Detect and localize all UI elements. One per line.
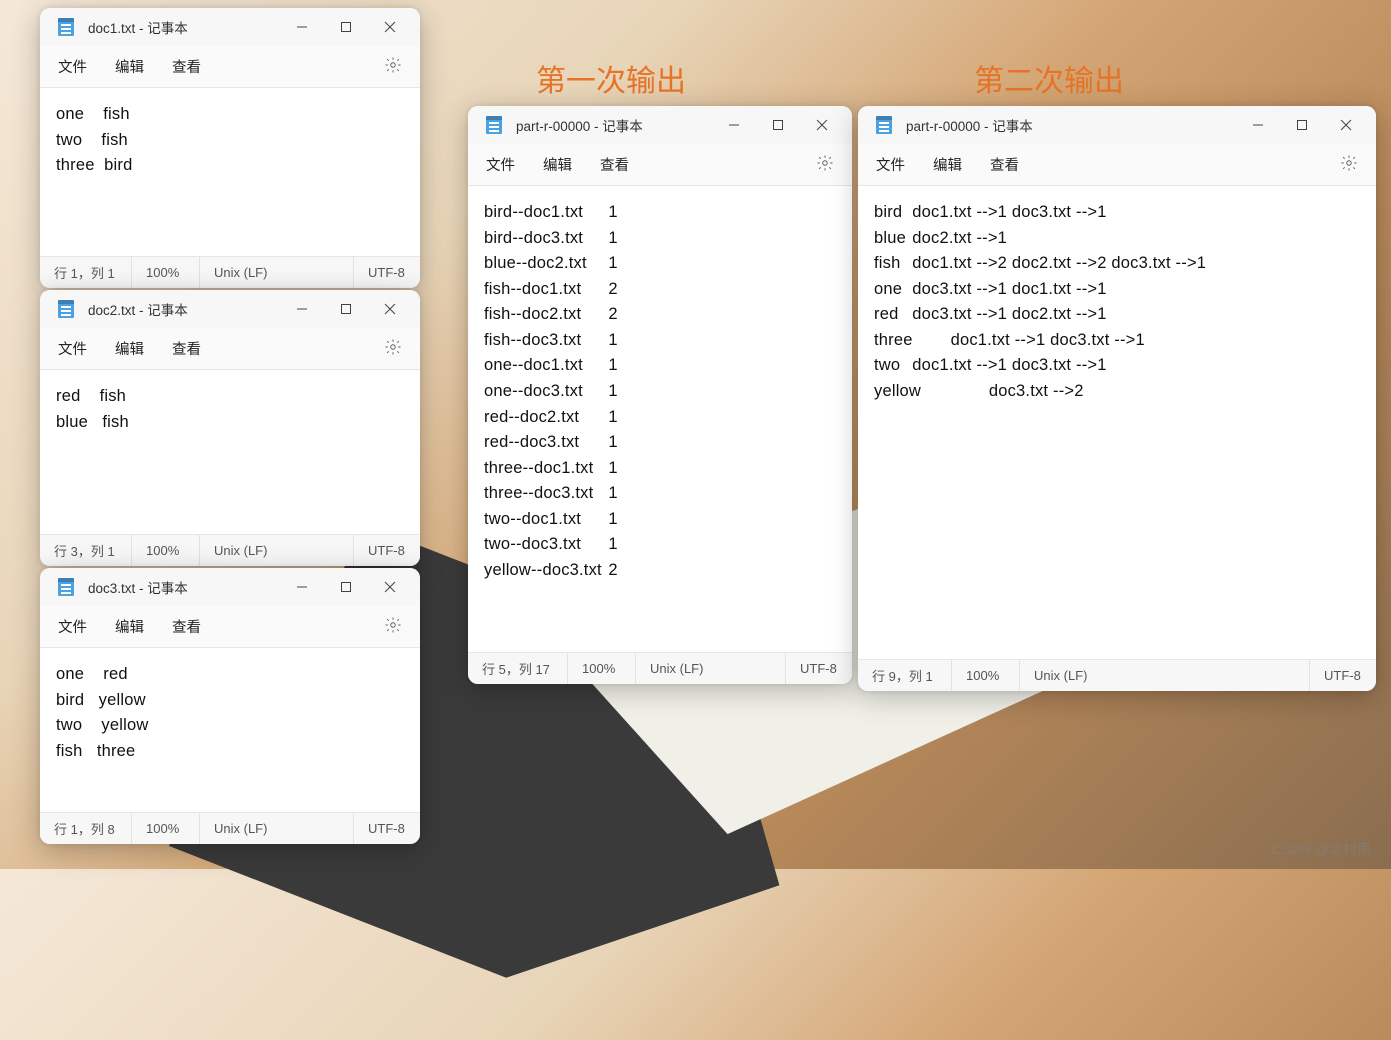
menubar: 文件 编辑 查看 xyxy=(40,606,420,648)
status-encoding: UTF-8 xyxy=(354,257,420,288)
titlebar[interactable]: doc1.txt - 记事本 xyxy=(40,8,420,46)
watermark: CSDN @北村南 xyxy=(1271,839,1371,859)
menu-edit[interactable]: 编辑 xyxy=(933,154,962,175)
gear-icon[interactable] xyxy=(1340,154,1358,176)
menu-file[interactable]: 文件 xyxy=(58,56,87,77)
gear-icon[interactable] xyxy=(384,56,402,78)
window-doc2: doc2.txt - 记事本 文件 编辑 查看 red fish blue fi… xyxy=(40,290,420,566)
menu-edit[interactable]: 编辑 xyxy=(543,154,572,175)
menu-view[interactable]: 查看 xyxy=(172,338,201,359)
status-eol: Unix (LF) xyxy=(200,535,354,566)
status-eol: Unix (LF) xyxy=(200,813,354,844)
window-out1: part-r-00000 - 记事本 文件 编辑 查看 bird--doc1.t… xyxy=(468,106,852,684)
statusbar: 行 9，列 1 100% Unix (LF) UTF-8 xyxy=(858,659,1376,691)
text-content[interactable]: bird doc1.txt -->1 doc3.txt -->1 blue do… xyxy=(858,186,1376,659)
titlebar[interactable]: part-r-00000 - 记事本 xyxy=(858,106,1376,144)
gear-icon[interactable] xyxy=(384,616,402,638)
window-title: doc1.txt - 记事本 xyxy=(88,17,188,37)
notepad-icon xyxy=(58,578,74,596)
menubar: 文件 编辑 查看 xyxy=(858,144,1376,186)
notepad-icon xyxy=(58,18,74,36)
menubar: 文件 编辑 查看 xyxy=(468,144,852,186)
gear-icon[interactable] xyxy=(384,338,402,360)
menu-file[interactable]: 文件 xyxy=(486,154,515,175)
status-position: 行 9，列 1 xyxy=(858,660,952,691)
close-button[interactable] xyxy=(1324,109,1368,141)
status-zoom: 100% xyxy=(952,660,1020,691)
menu-view[interactable]: 查看 xyxy=(600,154,629,175)
status-zoom: 100% xyxy=(132,535,200,566)
status-eol: Unix (LF) xyxy=(200,257,354,288)
titlebar[interactable]: part-r-00000 - 记事本 xyxy=(468,106,852,144)
minimize-button[interactable] xyxy=(712,109,756,141)
window-title: doc3.txt - 记事本 xyxy=(88,577,188,597)
text-content[interactable]: bird--doc1.txt 1 bird--doc3.txt 1 blue--… xyxy=(468,186,852,652)
status-encoding: UTF-8 xyxy=(354,535,420,566)
close-button[interactable] xyxy=(368,293,412,325)
status-position: 行 5，列 17 xyxy=(468,653,568,684)
minimize-button[interactable] xyxy=(280,11,324,43)
close-button[interactable] xyxy=(368,571,412,603)
label-first-output: 第一次输出 xyxy=(536,56,686,100)
status-encoding: UTF-8 xyxy=(354,813,420,844)
window-out2: part-r-00000 - 记事本 文件 编辑 查看 bird doc1.tx… xyxy=(858,106,1376,691)
status-zoom: 100% xyxy=(132,257,200,288)
menu-file[interactable]: 文件 xyxy=(876,154,905,175)
text-content[interactable]: one red bird yellow two yellow fish thre… xyxy=(40,648,420,812)
menu-file[interactable]: 文件 xyxy=(58,616,87,637)
status-encoding: UTF-8 xyxy=(786,653,852,684)
gear-icon[interactable] xyxy=(816,154,834,176)
statusbar: 行 5，列 17 100% Unix (LF) UTF-8 xyxy=(468,652,852,684)
notepad-icon xyxy=(876,116,892,134)
window-title: part-r-00000 - 记事本 xyxy=(516,115,643,135)
status-zoom: 100% xyxy=(132,813,200,844)
statusbar: 行 1，列 8 100% Unix (LF) UTF-8 xyxy=(40,812,420,844)
status-eol: Unix (LF) xyxy=(636,653,786,684)
titlebar[interactable]: doc3.txt - 记事本 xyxy=(40,568,420,606)
status-zoom: 100% xyxy=(568,653,636,684)
status-position: 行 1，列 1 xyxy=(40,257,132,288)
text-content[interactable]: red fish blue fish xyxy=(40,370,420,534)
label-second-output: 第二次输出 xyxy=(974,56,1124,100)
maximize-button[interactable] xyxy=(324,11,368,43)
menu-file[interactable]: 文件 xyxy=(58,338,87,359)
maximize-button[interactable] xyxy=(1280,109,1324,141)
menu-view[interactable]: 查看 xyxy=(172,616,201,637)
minimize-button[interactable] xyxy=(280,293,324,325)
menubar: 文件 编辑 查看 xyxy=(40,46,420,88)
status-eol: Unix (LF) xyxy=(1020,660,1310,691)
status-encoding: UTF-8 xyxy=(1310,660,1376,691)
statusbar: 行 3，列 1 100% Unix (LF) UTF-8 xyxy=(40,534,420,566)
window-doc1: doc1.txt - 记事本 文件 编辑 查看 one fish two fis… xyxy=(40,8,420,288)
menu-view[interactable]: 查看 xyxy=(172,56,201,77)
minimize-button[interactable] xyxy=(1236,109,1280,141)
notepad-icon xyxy=(486,116,502,134)
close-button[interactable] xyxy=(368,11,412,43)
statusbar: 行 1，列 1 100% Unix (LF) UTF-8 xyxy=(40,256,420,288)
maximize-button[interactable] xyxy=(324,571,368,603)
window-title: doc2.txt - 记事本 xyxy=(88,299,188,319)
menu-edit[interactable]: 编辑 xyxy=(115,338,144,359)
window-doc3: doc3.txt - 记事本 文件 编辑 查看 one red bird yel… xyxy=(40,568,420,844)
menu-edit[interactable]: 编辑 xyxy=(115,616,144,637)
notepad-icon xyxy=(58,300,74,318)
text-content[interactable]: one fish two fish three bird xyxy=(40,88,420,256)
minimize-button[interactable] xyxy=(280,571,324,603)
close-button[interactable] xyxy=(800,109,844,141)
menu-edit[interactable]: 编辑 xyxy=(115,56,144,77)
status-position: 行 1，列 8 xyxy=(40,813,132,844)
window-title: part-r-00000 - 记事本 xyxy=(906,115,1033,135)
menubar: 文件 编辑 查看 xyxy=(40,328,420,370)
status-position: 行 3，列 1 xyxy=(40,535,132,566)
titlebar[interactable]: doc2.txt - 记事本 xyxy=(40,290,420,328)
maximize-button[interactable] xyxy=(756,109,800,141)
maximize-button[interactable] xyxy=(324,293,368,325)
menu-view[interactable]: 查看 xyxy=(990,154,1019,175)
